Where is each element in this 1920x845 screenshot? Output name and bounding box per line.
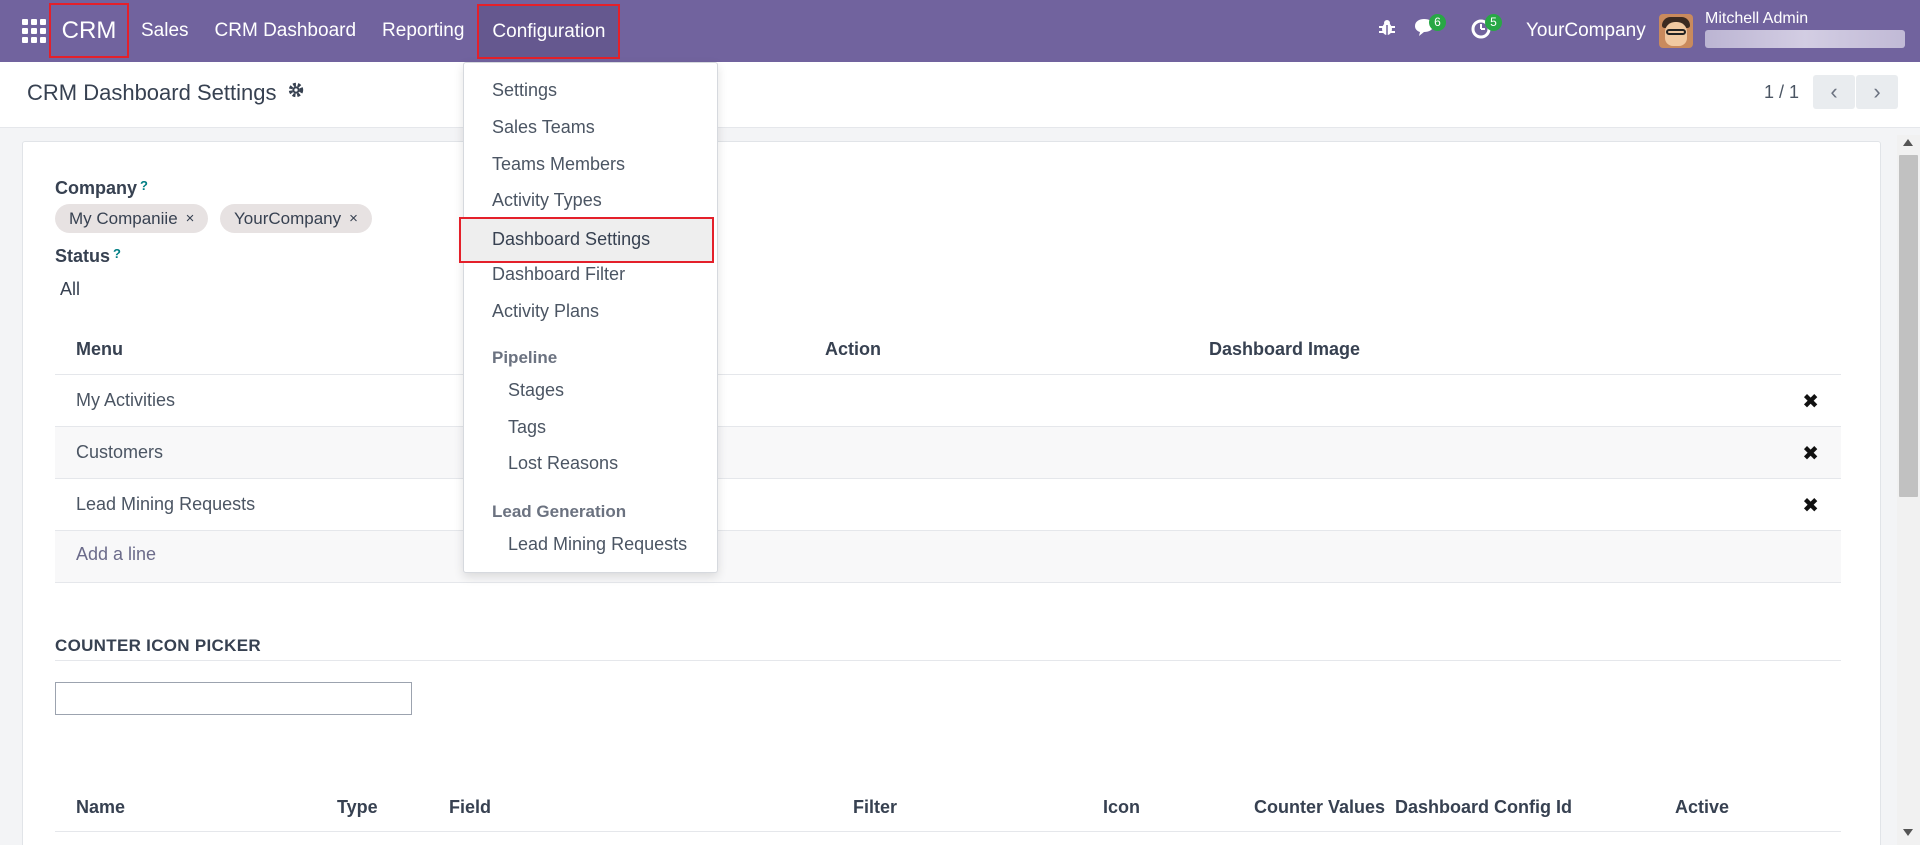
main-menu: Sales CRM Dashboard Reporting Configurat…: [128, 0, 621, 62]
chevron-left-icon: ‹: [1830, 79, 1838, 104]
column-header-icon[interactable]: Icon: [1103, 797, 1140, 818]
column-header-field[interactable]: Field: [449, 797, 491, 818]
column-header-name[interactable]: Name: [76, 797, 125, 818]
scroll-up-arrow-icon[interactable]: [1903, 139, 1913, 146]
dropdown-item-activity-plans[interactable]: Activity Plans: [492, 301, 599, 322]
dropdown-item-teams-members[interactable]: Teams Members: [492, 154, 625, 175]
menu-crm-dashboard[interactable]: CRM Dashboard: [202, 0, 370, 62]
dropdown-item-dashboard-filter[interactable]: Dashboard Filter: [492, 264, 625, 285]
status-label: Status?: [55, 246, 121, 266]
configuration-dropdown-menu: Settings Sales Teams Teams Members Activ…: [459, 62, 718, 573]
dropdown-item-sales-teams[interactable]: Sales Teams: [492, 117, 595, 138]
column-header-counter-values[interactable]: Counter Values: [1254, 797, 1385, 818]
user-avatar[interactable]: [1659, 14, 1693, 48]
messages-count-badge: 6: [1429, 14, 1446, 31]
chevron-right-icon: ›: [1873, 79, 1881, 104]
table-row[interactable]: Customers ✖: [55, 427, 1841, 479]
add-line-row: [55, 531, 1841, 583]
messages-chat-icon[interactable]: 6: [1413, 14, 1446, 44]
company-switcher[interactable]: YourCompany: [1526, 20, 1646, 42]
dropdown-item-tags[interactable]: Tags: [508, 417, 546, 438]
column-header-type[interactable]: Type: [337, 797, 378, 818]
company-tag: YourCompany ×: [220, 204, 372, 233]
column-header-dashboard-image[interactable]: Dashboard Image: [1209, 339, 1360, 360]
app-grid-icon[interactable]: [22, 19, 46, 43]
dropdown-item-settings[interactable]: Settings: [492, 80, 557, 101]
dropdown-group-pipeline: Pipeline: [492, 348, 558, 367]
pager-next-button[interactable]: ›: [1856, 75, 1898, 109]
page-title: CRM Dashboard Settings: [27, 80, 277, 105]
pager-value[interactable]: 1 / 1: [1764, 82, 1799, 103]
company-help-tooltip[interactable]: ?: [140, 178, 148, 193]
remove-tag-icon[interactable]: ×: [349, 210, 358, 227]
vertical-scrollbar[interactable]: [1897, 135, 1920, 845]
remove-tag-icon[interactable]: ×: [186, 210, 195, 227]
column-header-dashboard-config-id[interactable]: Dashboard Config Id: [1395, 797, 1572, 818]
menu-reporting[interactable]: Reporting: [369, 0, 477, 62]
pager-previous-button[interactable]: ‹: [1813, 75, 1855, 109]
column-header-filter[interactable]: Filter: [853, 797, 897, 818]
top-navbar: CRM Sales CRM Dashboard Reporting Config…: [0, 0, 1920, 62]
delete-row-icon[interactable]: ✖: [1802, 389, 1819, 414]
menu-configuration[interactable]: Configuration: [477, 4, 621, 59]
column-header-menu[interactable]: Menu: [76, 339, 123, 360]
dropdown-item-activity-types[interactable]: Activity Types: [492, 190, 602, 211]
column-header-active[interactable]: Active: [1675, 797, 1729, 818]
column-header-action[interactable]: Action: [825, 339, 881, 360]
scroll-down-arrow-icon[interactable]: [1903, 829, 1913, 836]
section-title-counter-icon-picker: COUNTER ICON PICKER: [55, 636, 261, 655]
status-field[interactable]: All: [60, 279, 80, 300]
activities-clock-icon[interactable]: 5: [1470, 14, 1502, 46]
dropdown-item-lead-mining-requests[interactable]: Lead Mining Requests: [508, 534, 687, 555]
table-row[interactable]: Lead Mining Requests ✖: [55, 479, 1841, 531]
gear-icon[interactable]: [287, 81, 305, 105]
company-tag: My Companiie ×: [55, 204, 209, 233]
dropdown-item-stages[interactable]: Stages: [508, 380, 564, 401]
delete-row-icon[interactable]: ✖: [1802, 493, 1819, 518]
activities-count-badge: 5: [1485, 14, 1502, 31]
dropdown-group-lead-generation: Lead Generation: [492, 502, 627, 521]
control-panel: CRM Dashboard Settings 1 / 1 ‹ ›: [0, 62, 1920, 128]
dropdown-item-lost-reasons[interactable]: Lost Reasons: [508, 453, 618, 474]
menu-sales[interactable]: Sales: [128, 0, 202, 62]
app-brand-crm[interactable]: CRM: [49, 3, 129, 58]
table-row[interactable]: My Activities ✖: [55, 375, 1841, 427]
add-line-link[interactable]: Add a line: [76, 544, 156, 565]
database-name-blurred: [1705, 30, 1905, 48]
user-menu-name[interactable]: Mitchell Admin: [1705, 10, 1808, 28]
counter-icon-picker-input[interactable]: [55, 682, 412, 715]
debug-bug-icon[interactable]: [1377, 18, 1397, 44]
scrollbar-thumb[interactable]: [1899, 155, 1918, 497]
delete-row-icon[interactable]: ✖: [1802, 441, 1819, 466]
company-label: Company?: [55, 178, 148, 198]
dropdown-item-dashboard-settings[interactable]: Dashboard Settings: [459, 217, 714, 263]
status-help-tooltip[interactable]: ?: [113, 246, 121, 261]
